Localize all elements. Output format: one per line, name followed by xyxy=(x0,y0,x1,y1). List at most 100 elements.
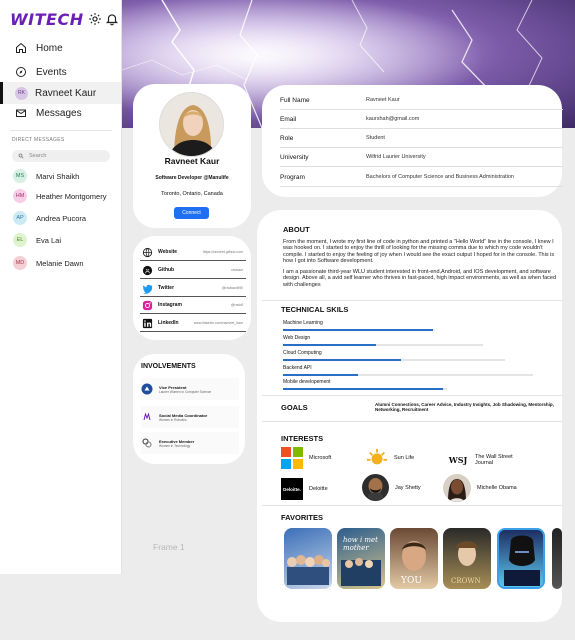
about-title: ABOUT xyxy=(283,225,310,234)
favorite-poster[interactable]: YOU xyxy=(390,528,438,589)
link-instagram[interactable]: Instagram @ravk8 xyxy=(140,297,246,314)
sidebar: WITECH Home Events RK Ravneet Kaur Messa… xyxy=(0,0,122,574)
gear-icon[interactable] xyxy=(88,12,102,26)
sidebar-item-profile[interactable]: RK Ravneet Kaur xyxy=(0,82,121,104)
profile-name: Ravneet Kaur xyxy=(164,156,220,166)
info-key: Full Name xyxy=(280,96,310,104)
organization-logo-icon xyxy=(142,438,152,448)
link-value[interactable]: @ravk8 xyxy=(231,303,243,307)
interest-name: Deloitte xyxy=(309,486,328,492)
search-input[interactable]: Search xyxy=(12,150,110,162)
interest-item[interactable]: Michelle Obama xyxy=(443,474,517,502)
skill-bar xyxy=(283,388,443,390)
michelle-obama-photo xyxy=(443,474,471,502)
interest-name: Jay Shetty xyxy=(395,484,421,491)
wsj-logo: WSJ xyxy=(448,455,468,465)
social-links-card: Website https://ravneet.github.com Githu… xyxy=(133,236,251,340)
divider xyxy=(262,300,562,301)
involvement-item[interactable]: Vice President Laurier Women in Computer … xyxy=(141,378,239,400)
link-name: Website xyxy=(158,249,178,255)
link-linkedin[interactable]: LinkedIn www.linkedin.com/ravneet_kaur xyxy=(140,315,246,332)
involvement-org: Women in Robotics xyxy=(159,417,187,422)
link-name: Twitter xyxy=(158,285,175,291)
contact-name: Andrea Pucora xyxy=(36,213,87,223)
link-website[interactable]: Website https://ravneet.github.com xyxy=(140,244,246,261)
link-value[interactable]: www.linkedin.com/ravneet_kaur xyxy=(194,321,243,325)
svg-text:mother: mother xyxy=(343,544,369,552)
favorite-poster[interactable]: how i met mother xyxy=(337,528,385,589)
interest-name: Sun Life xyxy=(394,455,415,461)
sidebar-item-home[interactable]: Home xyxy=(0,37,121,59)
skill-name: Machine Learning xyxy=(283,320,323,326)
link-value[interactable]: https://ravneet.github.com xyxy=(203,250,243,254)
involvement-item[interactable]: Social Media Coordinator Women in Robotic… xyxy=(141,406,239,428)
microsoft-logo xyxy=(281,447,303,469)
divider xyxy=(262,421,562,422)
interest-item[interactable]: Jay Shetty xyxy=(362,474,421,501)
profile-role: Software Developer @Manulife xyxy=(155,175,229,181)
bell-icon[interactable] xyxy=(105,12,119,26)
link-value[interactable]: @ravkaur890 xyxy=(222,286,243,290)
about-paragraph: From the moment, I wrote my first line o… xyxy=(283,239,555,265)
favorite-poster[interactable] xyxy=(552,528,562,589)
link-name: Instagram xyxy=(158,302,182,308)
avatar: MS xyxy=(13,169,27,183)
interest-item[interactable]: Sun Life xyxy=(366,447,414,469)
poster-caption: CROWN xyxy=(451,577,481,585)
avatar: HM xyxy=(13,189,27,203)
skill-bar xyxy=(283,359,401,361)
info-value: kaurshah@gmail.com xyxy=(366,116,420,122)
favorite-poster[interactable]: CROWN xyxy=(443,528,491,589)
info-value: Bachelors of Computer Science and Busine… xyxy=(366,174,514,180)
poster-caption: YOU xyxy=(400,576,422,586)
info-value: Wilfrid Laurier University xyxy=(366,154,426,160)
involvement-title: Social Media Coordinator xyxy=(159,412,208,418)
avatar: RK xyxy=(15,86,28,100)
frame-label: Frame 1 xyxy=(153,542,185,552)
involvement-org: Laurier Women in Computer Science xyxy=(159,389,212,394)
favorite-poster[interactable] xyxy=(284,528,332,589)
involvement-item[interactable]: Executive Member Women in Technology xyxy=(141,432,239,454)
skill-name: Mobile developement xyxy=(283,379,331,385)
globe-icon xyxy=(142,247,153,257)
sidebar-item-messages[interactable]: Messages xyxy=(0,102,121,124)
interest-item[interactable]: Deloitte. Deloitte xyxy=(281,478,328,500)
skill-row: Mobile developement xyxy=(283,379,533,390)
list-item[interactable]: MD Melanie Dawn xyxy=(13,255,84,271)
list-item[interactable]: HM Heather Montgomery xyxy=(13,188,106,204)
sidebar-item-label: Ravneet Kaur xyxy=(35,87,97,99)
info-key: University xyxy=(280,153,309,161)
interest-item[interactable]: Microsoft xyxy=(281,447,331,469)
linkedin-icon xyxy=(142,318,153,328)
list-item[interactable]: MS Marvi Shaikh xyxy=(13,168,79,184)
list-item[interactable]: AP Andrea Pucora xyxy=(13,210,86,226)
skill-bar xyxy=(283,344,376,346)
link-name: LinkedIn xyxy=(158,320,179,326)
skill-row: Web Design xyxy=(283,335,533,346)
favorite-poster[interactable] xyxy=(497,528,545,589)
link-value[interactable]: ravkaur xyxy=(231,268,243,272)
contact-name: Heather Montgomery xyxy=(36,191,107,201)
skill-row: Backend API xyxy=(283,365,533,376)
involvements-title: INVOLVEMENTS xyxy=(141,363,196,370)
info-value: Student xyxy=(366,135,385,141)
personal-info-card: Full Name Ravneet Kaur Email kaurshah@gm… xyxy=(262,85,563,197)
avatar: AP xyxy=(13,211,27,225)
info-row-program: Program Bachelors of Computer Science an… xyxy=(280,168,563,187)
contact-name: Eva Lai xyxy=(36,235,62,245)
about-text: From the moment, I wrote my first line o… xyxy=(283,239,558,292)
mail-icon xyxy=(16,109,26,117)
interest-name: Michelle Obama xyxy=(477,485,517,491)
info-row-email: Email kaurshah@gmail.com xyxy=(280,110,563,129)
link-github[interactable]: Github ravkaur xyxy=(140,262,246,279)
favorites-title: FAVORITES xyxy=(281,513,323,522)
profile-photo xyxy=(159,92,224,157)
direct-messages-label: DIRECT MESSAGES xyxy=(12,137,65,143)
connect-button[interactable]: Connect xyxy=(174,207,209,219)
sidebar-item-events[interactable]: Events xyxy=(0,61,121,83)
list-item[interactable]: EL Eva Lai xyxy=(13,232,61,248)
link-twitter[interactable]: Twitter @ravkaur890 xyxy=(140,280,246,297)
interest-item[interactable]: WSJ The Wall Street Journal xyxy=(447,449,527,471)
info-row-university: University Wilfrid Laurier University xyxy=(280,148,563,167)
contact-name: Marvi Shaikh xyxy=(36,171,80,181)
